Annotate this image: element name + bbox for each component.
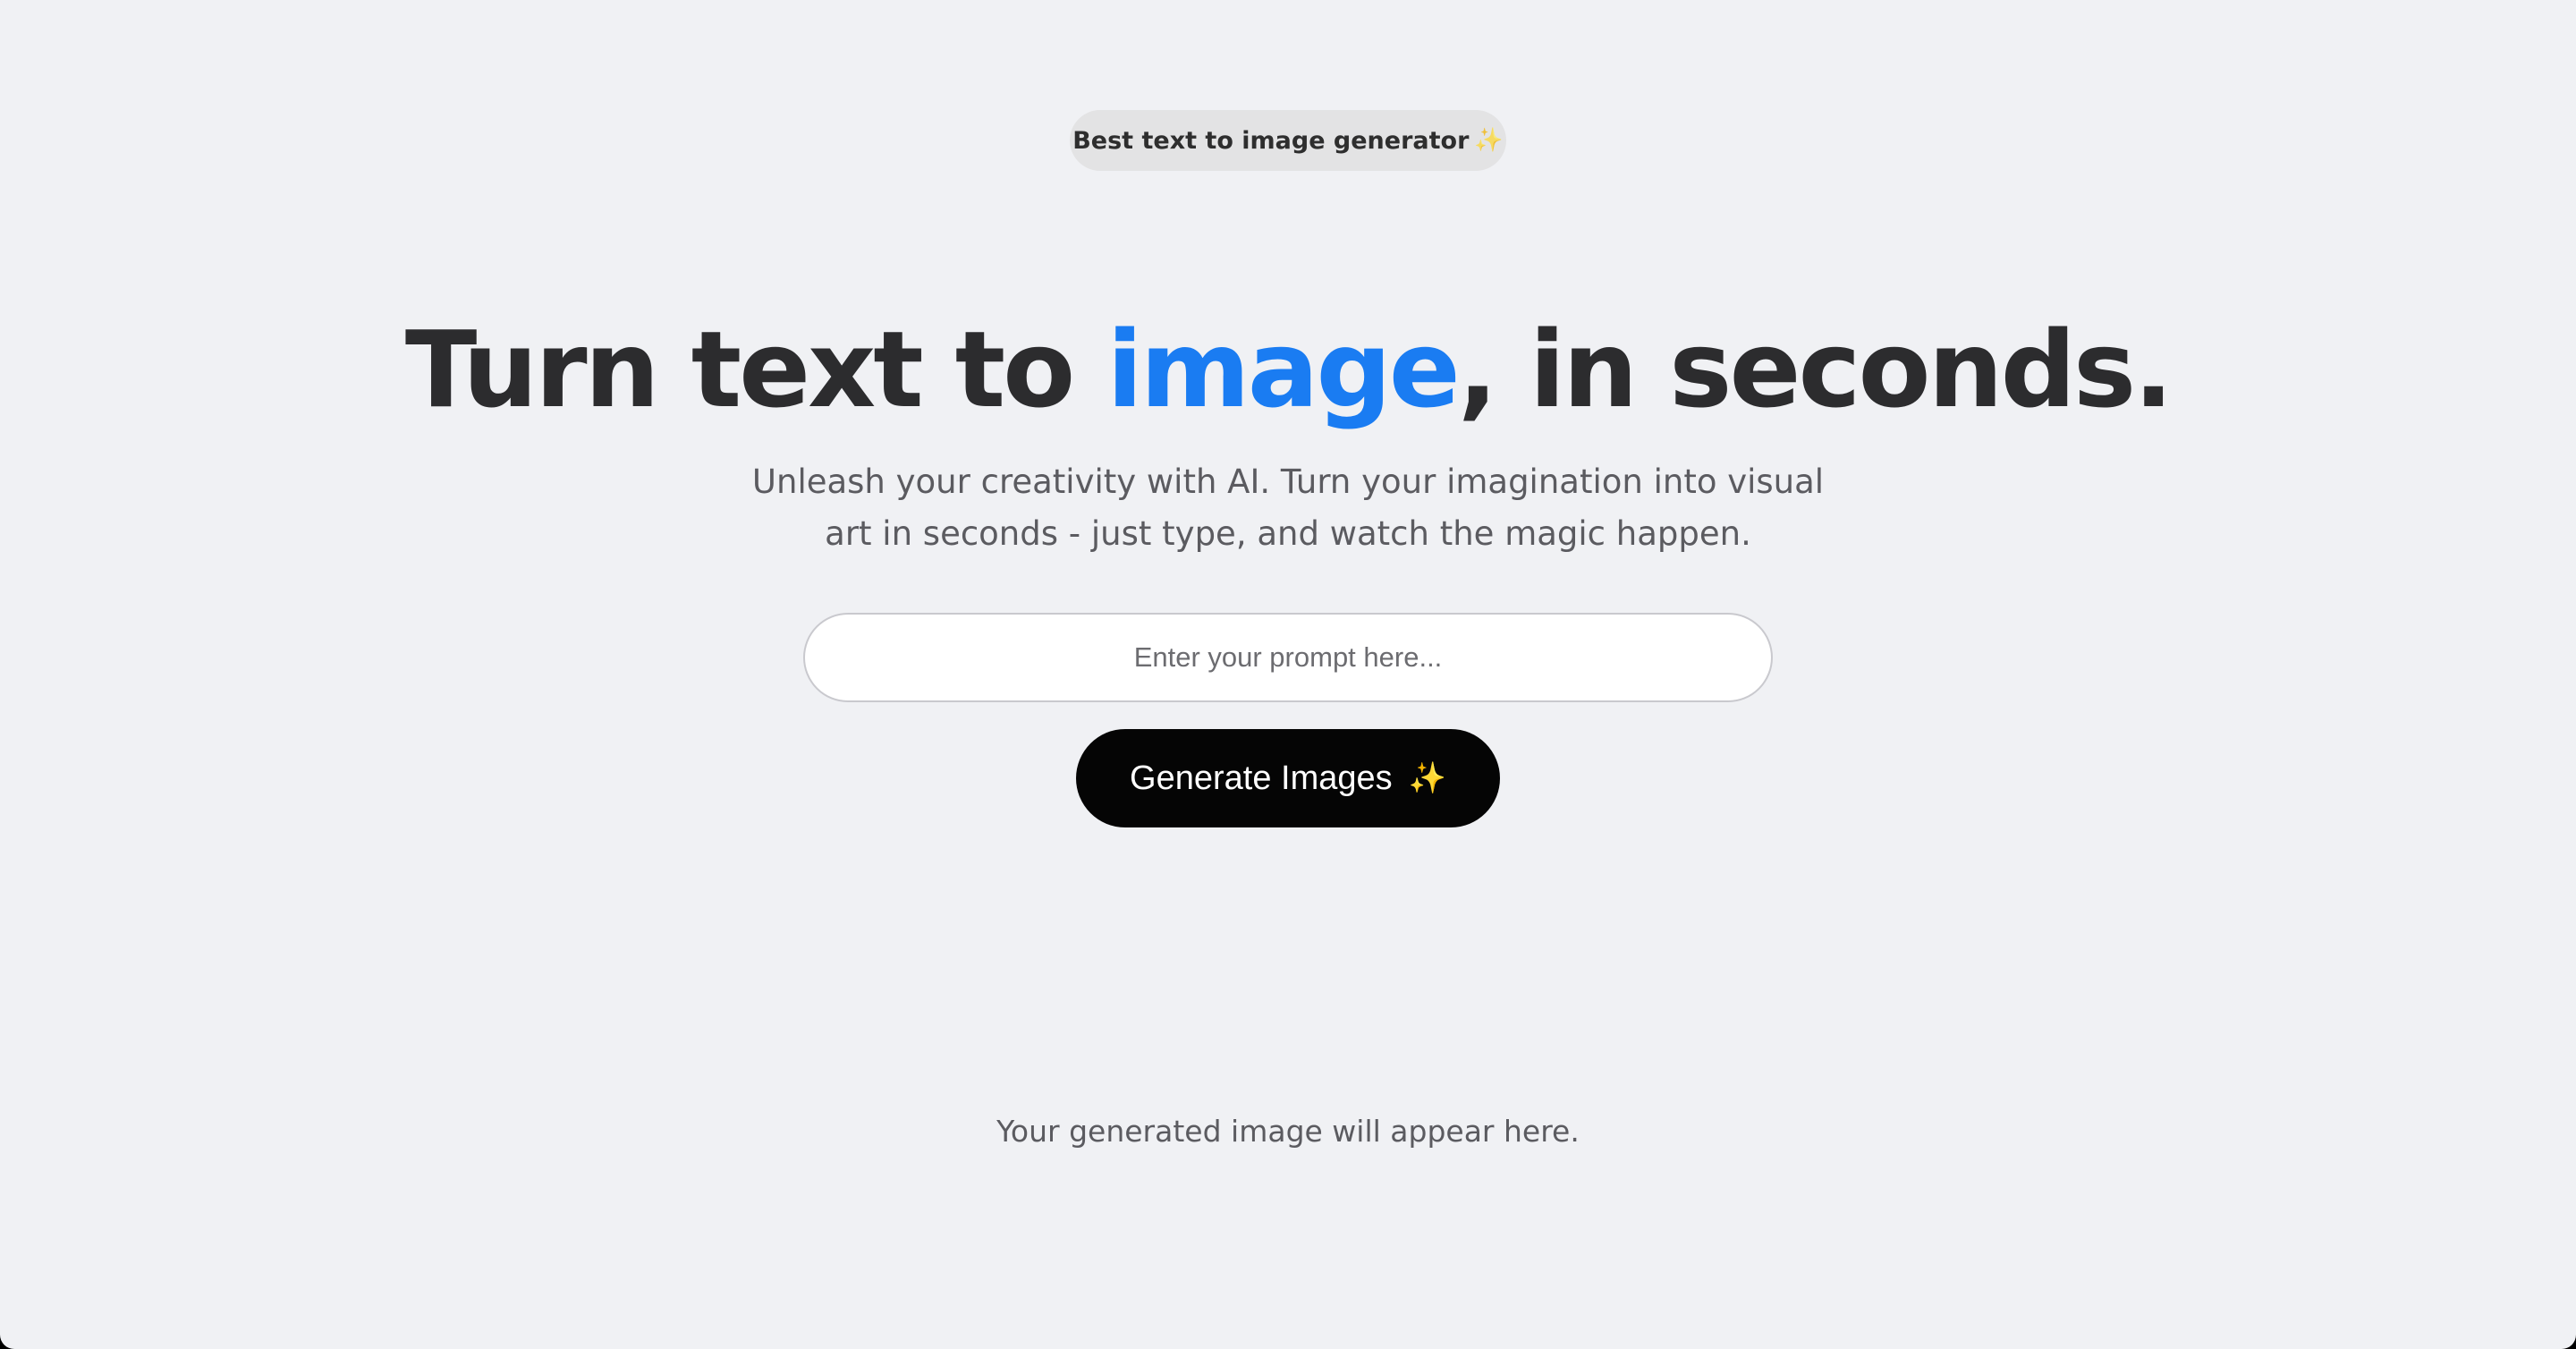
page-subtitle: Unleash your creativity with AI. Turn yo…: [751, 462, 1825, 553]
title-suffix: , in seconds.: [1457, 308, 2174, 431]
page-title: Turn text to image, in seconds.: [0, 302, 2576, 437]
result-placeholder: Your generated image will appear here.: [996, 1114, 1580, 1149]
app-page: Best text to image generator ✨ Turn text…: [0, 0, 2576, 1349]
generate-button-label: Generate Images: [1130, 759, 1393, 797]
hero-badge: Best text to image generator ✨: [1070, 110, 1506, 171]
badge-label: Best text to image generator: [1072, 126, 1470, 155]
sparkles-icon: ✨: [1408, 761, 1446, 795]
title-prefix: Turn text to: [404, 308, 1107, 431]
sparkles-icon: ✨: [1474, 127, 1504, 154]
prompt-input[interactable]: [803, 613, 1773, 702]
generate-images-button[interactable]: Generate Images ✨: [1076, 729, 1500, 827]
title-accent-word: image: [1106, 308, 1461, 431]
